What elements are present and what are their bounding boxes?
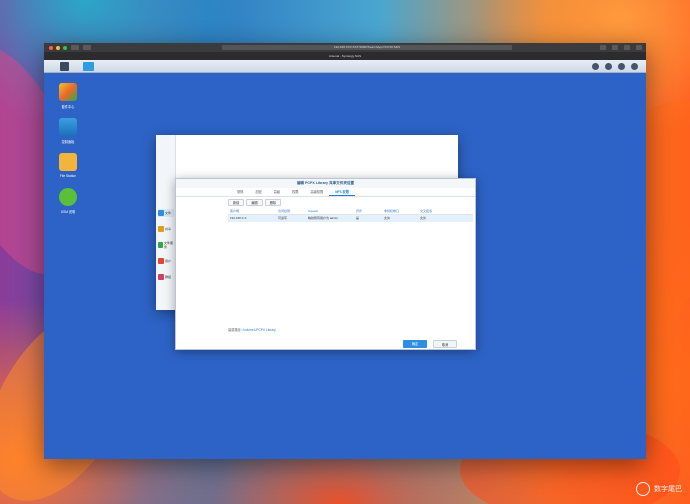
share-icon[interactable] (600, 45, 606, 50)
ok-button[interactable]: 确定 (403, 340, 427, 348)
sidebar-item-icon (158, 210, 164, 216)
watermark: 数字尾巴 (636, 482, 682, 496)
table-row[interactable]: 192.168.X.X 可读写 映射所有用户为 admin 是 允许 允许 (228, 215, 473, 222)
close-button[interactable] (49, 45, 53, 50)
system-tray (592, 63, 638, 70)
back-button[interactable] (83, 45, 91, 50)
watermark-text: 数字尾巴 (654, 486, 682, 493)
tab-advanced[interactable]: 高级 (268, 188, 286, 196)
user-icon[interactable] (605, 63, 612, 70)
dialog-toolbar: 新增 编辑 删除 (176, 197, 475, 208)
create-button[interactable]: 新增 (228, 199, 245, 206)
sidebar-item[interactable]: 文件 (158, 209, 174, 217)
desktop-icon-label: File Station (60, 174, 76, 178)
table-cell: 可读写 (278, 216, 288, 220)
nfs-rules-header: 客户端 访问权限 Squash 异步 非特权端口 交叉挂载 (228, 208, 473, 215)
table-cell: 是 (356, 216, 360, 220)
sidebar-toggle-button[interactable] (71, 45, 79, 50)
sidebar-item-icon (158, 242, 163, 248)
table-cell: 192.168.X.X (230, 216, 247, 220)
tab-encryption[interactable]: 加密 (249, 188, 267, 196)
desktop-icon-help[interactable]: DSM 说明 (48, 188, 88, 214)
help-icon (59, 188, 77, 206)
tab-nfs-permissions[interactable]: NFS 权限 (329, 188, 355, 196)
sidebar-item[interactable]: 用户 (158, 257, 174, 265)
browser-toolbar: 192.168.XXX.XXX:5000/?launchApp=SYNO.SDS (44, 43, 646, 52)
control-panel-sidebar: 文件 共享 文件服务 用户 群组 (156, 135, 176, 310)
desktop-icon-label: DSM 说明 (60, 210, 76, 214)
sidebar-item-icon (158, 226, 164, 232)
dialog-title: 编辑 PCPX Library 共享文件夹设置 (176, 179, 475, 188)
downloads-icon[interactable] (624, 45, 630, 50)
mount-path-label: 装载路径: (228, 328, 242, 332)
control-panel-icon (59, 118, 77, 136)
shared-folder-dialog: 编辑 PCPX Library 共享文件夹设置 常规 加密 高级 权限 高级权限… (175, 178, 476, 350)
column-header[interactable]: 非特权端口 (384, 208, 420, 214)
column-header[interactable]: 异步 (356, 208, 384, 214)
address-bar[interactable]: 192.168.XXX.XXX:5000/?launchApp=SYNO.SDS (222, 45, 512, 50)
table-cell: 允许 (420, 216, 427, 220)
table-cell: 允许 (384, 216, 391, 220)
mount-path-value: /volume1/PCPX Library (242, 328, 276, 332)
browser-tab[interactable]: Arsenal - Synology NAS (44, 52, 646, 60)
tab-general[interactable]: 常规 (231, 188, 249, 196)
tab-permissions[interactable]: 权限 (286, 188, 304, 196)
tab-advanced-permissions[interactable]: 高级权限 (305, 188, 330, 196)
edit-button[interactable]: 编辑 (246, 199, 263, 206)
mount-path: 装载路径: /volume1/PCPX Library (228, 327, 276, 332)
desktop-icon-control-panel[interactable]: 控制面板 (48, 118, 88, 144)
new-tab-button[interactable] (636, 45, 642, 50)
dsm-taskbar (44, 60, 646, 73)
column-header[interactable]: 访问权限 (278, 208, 308, 214)
sidebar-item[interactable]: 群组 (158, 273, 174, 281)
column-header[interactable]: 交叉挂载 (420, 208, 460, 214)
sidebar-item-icon (158, 258, 164, 264)
sidebar-item[interactable]: 共享 (158, 225, 174, 233)
dialog-tabs: 常规 加密 高级 权限 高级权限 NFS 权限 (176, 188, 475, 197)
column-header[interactable]: 客户端 (228, 208, 278, 214)
desktop-icon-file-station[interactable]: File Station (48, 153, 88, 178)
browser-tools (600, 45, 642, 50)
search-icon[interactable] (618, 63, 625, 70)
delete-button[interactable]: 删除 (264, 199, 282, 206)
cancel-button[interactable]: 取消 (433, 340, 457, 348)
watermark-logo-icon (636, 482, 650, 496)
package-center-taskbar-icon[interactable] (83, 62, 94, 71)
file-station-icon (59, 153, 77, 171)
package-center-icon (59, 83, 77, 101)
zoom-button[interactable] (63, 45, 67, 50)
desktop-icon-label: 控制面板 (61, 140, 75, 144)
desktop-icon-package-center[interactable]: 套件中心 (48, 83, 88, 109)
table-cell: 映射所有用户为 admin (308, 216, 339, 220)
extension-icon[interactable] (612, 45, 618, 50)
window-controls (49, 45, 67, 50)
sidebar-item[interactable]: 文件服务 (158, 241, 174, 249)
column-header[interactable]: Squash (308, 208, 356, 214)
sidebar-item-icon (158, 274, 164, 280)
desktop-icon-label: 套件中心 (61, 105, 75, 109)
notification-icon[interactable] (592, 63, 599, 70)
main-menu-icon[interactable] (60, 62, 69, 71)
minimize-button[interactable] (56, 45, 60, 50)
widgets-icon[interactable] (631, 63, 638, 70)
